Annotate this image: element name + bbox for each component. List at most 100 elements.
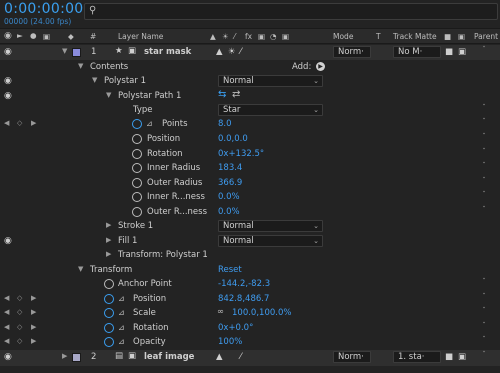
blend-mode-dropdown[interactable]: Norm· [333,46,371,58]
column-layer-name[interactable]: Layer Name [118,32,163,41]
eye-icon[interactable]: ◉ [4,76,12,86]
transform-label[interactable]: Transform [90,265,132,275]
stopwatch-icon[interactable] [132,149,142,159]
type-dropdown[interactable]: Star ⌄ [218,104,323,116]
graph-icon[interactable]: ⊿ [118,337,125,346]
transform-polystar-label[interactable]: Transform: Polystar 1 [118,250,208,260]
matte-invert-icon[interactable]: ▣ [458,352,466,362]
expand-triangle-icon[interactable]: ▼ [62,47,67,55]
prop-value[interactable]: 842.8,486.7 [218,294,269,304]
transform-polystar-row[interactable]: ▶ Transform: Polystar 1 [0,248,500,263]
prop-value[interactable]: 183.4 [218,163,242,173]
solo-icon[interactable]: ● [30,31,37,40]
keyframe-next-icon[interactable]: ▶ [31,294,36,302]
layer-row-star-mask[interactable]: ◉ ▼ 1 ★ ▣ star mask ▲ ☀ ⁄ Norm· No M· ■ … [0,45,500,60]
audio-icon[interactable]: ► [17,31,23,40]
prop-value[interactable]: 8.0 [218,119,232,129]
quality-switch-icon[interactable]: ⁄ [240,47,241,57]
shy-switch-icon[interactable]: ▲ [216,352,223,362]
stopwatch-icon[interactable] [132,119,142,129]
polystar-mode-dropdown[interactable]: Normal ⌄ [218,75,323,87]
stopwatch-icon[interactable] [132,207,142,217]
prop-value[interactable]: 100% [218,337,242,347]
stopwatch-icon[interactable] [104,308,114,318]
expand-triangle-icon[interactable]: ▼ [92,76,97,84]
matte-alpha-icon[interactable]: ■ [445,47,453,57]
quality-icon[interactable]: ⁄ [234,32,235,41]
eye-icon[interactable]: ◉ [4,236,12,246]
expand-triangle-icon[interactable]: ▼ [106,91,111,99]
eye-icon[interactable]: ◉ [4,352,12,362]
stopwatch-icon[interactable] [104,337,114,347]
reset-link[interactable]: Reset [218,265,242,275]
prop-value[interactable]: 0.0% [218,207,240,217]
expand-triangle-icon[interactable]: ▶ [106,221,111,229]
keyframe-add-icon[interactable]: ◇ [17,323,22,331]
keyframe-add-icon[interactable]: ◇ [17,294,22,302]
fx-icon[interactable]: fx [245,32,252,41]
blend-mode-dropdown[interactable]: Norm· [333,351,371,363]
shy-switch-icon[interactable]: ▲ [216,47,223,57]
keyframe-prev-icon[interactable]: ◀ [4,323,9,331]
track-matte-dropdown[interactable]: 1. sta· [393,351,441,363]
collapse-switch-icon[interactable]: ☀ [228,47,236,57]
path-direction-reverse-icon[interactable]: ⇄ [232,89,240,100]
prop-value[interactable]: 0x+132.5° [218,149,264,159]
fill-row[interactable]: ◉ ▶ Fill 1 Normal ⌄ [0,234,500,249]
add-button[interactable]: ▶ [316,62,325,71]
keyframe-add-icon[interactable]: ◇ [17,337,22,345]
stopwatch-icon[interactable] [132,163,142,173]
expand-triangle-icon[interactable]: ▼ [78,265,83,273]
eye-icon[interactable]: ◉ [4,31,12,41]
matte-invert-icon[interactable]: ▣ [458,47,466,57]
fill-label[interactable]: Fill 1 [118,236,137,246]
prop-value[interactable]: 0x+0.0° [218,323,253,333]
eye-icon[interactable]: ◉ [4,47,12,57]
graph-icon[interactable]: ⊿ [118,308,125,317]
stopwatch-icon[interactable] [104,294,114,304]
stroke-row[interactable]: ▶ Stroke 1 Normal ⌄ [0,219,500,234]
keyframe-next-icon[interactable]: ▶ [31,323,36,331]
polystar-path-row[interactable]: ◉ ▼ Polystar Path 1 ⇆ ⇄ [0,89,500,104]
contents-row[interactable]: ▼ Contents Add: ▶ [0,60,500,75]
lock-icon[interactable]: ▣ [43,32,50,41]
shy-icon[interactable]: ▲ [210,32,216,41]
expand-triangle-icon[interactable]: ▶ [106,250,111,258]
eye-icon[interactable]: ◉ [4,91,12,101]
column-track-matte[interactable]: Track Matte [393,32,437,41]
graph-icon[interactable]: ⊿ [146,119,153,128]
label-tag-icon[interactable]: ◆ [68,32,74,41]
stroke-mode-dropdown[interactable]: Normal ⌄ [218,220,323,232]
expand-triangle-icon[interactable]: ▶ [62,352,67,360]
prop-value[interactable]: 366.9 [218,178,242,188]
keyframe-next-icon[interactable]: ▶ [31,337,36,345]
keyframe-next-icon[interactable]: ▶ [31,119,36,127]
polystar-path-label[interactable]: Polystar Path 1 [118,91,181,101]
stroke-label[interactable]: Stroke 1 [118,221,153,231]
timecode-display[interactable]: 0:00:00:00 [4,1,84,17]
expand-triangle-icon[interactable]: ▶ [106,236,111,244]
adjustment-icon[interactable]: ◔ [270,32,277,41]
prop-value[interactable]: 100.0,100.0% [232,308,291,318]
track-matte-dropdown[interactable]: No M· [393,46,441,58]
polystar-group-row[interactable]: ◉ ▼ Polystar 1 Normal ⌄ [0,74,500,89]
column-mode[interactable]: Mode [333,32,353,41]
matte-alpha-icon[interactable]: ■ [445,352,453,362]
layer-row-leaf-image[interactable]: ◉ ▶ 2 ▤ ▣ leaf image ▲ ⁄ Norm· 1. sta· ■… [0,350,500,366]
column-parent[interactable]: Parent [474,32,498,41]
stopwatch-icon[interactable] [132,134,142,144]
keyframe-prev-icon[interactable]: ◀ [4,308,9,316]
collapse-icon[interactable]: ☀ [222,32,229,41]
layer-name[interactable]: star mask [144,47,191,57]
motion-blur-icon[interactable]: ▣ [258,32,265,41]
polystar-group-label[interactable]: Polystar 1 [104,76,146,86]
keyframe-prev-icon[interactable]: ◀ [4,337,9,345]
transform-row[interactable]: ▼ Transform Reset [0,263,500,278]
keyframe-prev-icon[interactable]: ◀ [4,119,9,127]
stopwatch-icon[interactable] [132,178,142,188]
keyframe-prev-icon[interactable]: ◀ [4,294,9,302]
search-input[interactable]: ⚲ [84,3,498,20]
keyframe-add-icon[interactable]: ◇ [17,308,22,316]
constrain-proportions-icon[interactable]: ∞ [217,307,224,317]
graph-icon[interactable]: ⊿ [118,323,125,332]
